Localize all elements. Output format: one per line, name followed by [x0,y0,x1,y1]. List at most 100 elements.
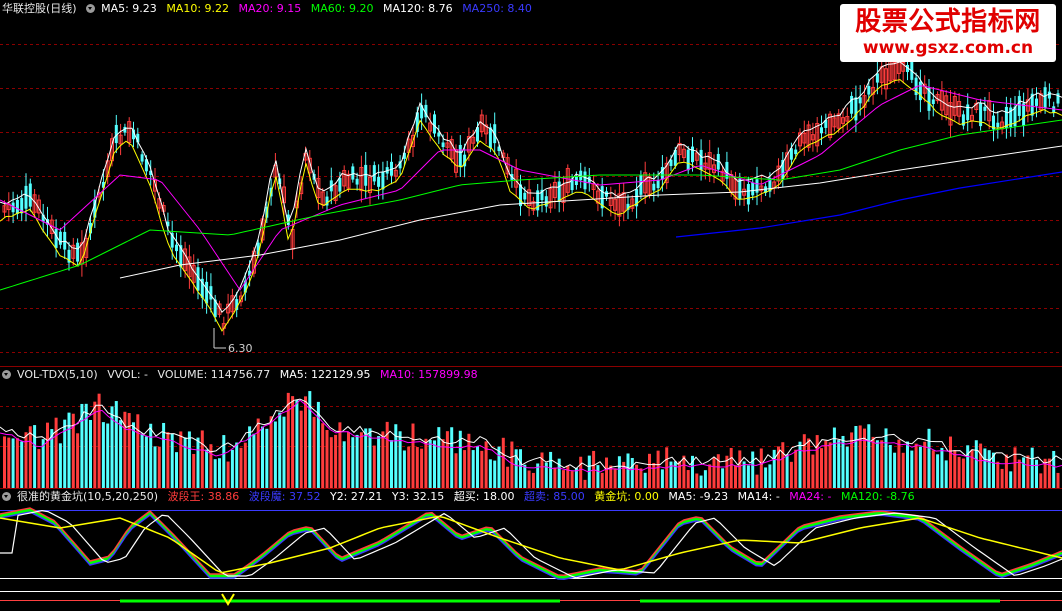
volume-bar [132,422,135,488]
volume-bar [334,434,338,488]
volume-bar [101,422,105,488]
candle-body [28,183,32,207]
volume-bar [562,470,565,488]
ind-title[interactable]: 很准的黄金坑(10,5,20,250) [17,490,158,503]
volume-bar [824,440,828,488]
candle-body [699,149,703,170]
volume-bar [910,450,914,488]
volume-bar [583,479,587,488]
volume-bar [527,470,531,488]
candle-body [1022,103,1026,126]
volume-bar [721,468,725,488]
volume-bar [28,426,32,488]
indicator-panel[interactable]: 很准的黄金坑(10,5,20,250) 波段王: 38.86 波段魔: 37.5… [0,488,1062,611]
candle-body [1047,91,1051,99]
settings-circle-icon[interactable] [2,370,11,379]
volume-bar [46,422,49,488]
candle-body [1017,96,1021,116]
volume-bar [944,460,948,488]
candle-body [488,127,492,149]
volume-bar [183,437,187,488]
volume-bar [415,447,419,488]
candle-body [931,99,935,104]
volume-bar [291,396,295,488]
volume-bar [506,466,510,488]
volume-bar [33,425,37,488]
volume-bar [600,472,604,488]
oversell-label: 超卖: 85.00 [524,490,585,503]
volume-bar [239,447,243,488]
volume-bar [282,416,286,488]
volume-panel[interactable]: VOL-TDX(5,10) VVOL: - VOLUME: 114756.77 … [0,366,1062,488]
indicator-chart[interactable] [0,488,1062,611]
volume-bar [523,464,527,488]
volume-bar [175,452,178,488]
volume-bar [695,473,699,488]
volume-bar [381,431,385,488]
volume-bar [463,450,467,488]
volume-bar [243,442,247,488]
candle-body [794,149,798,155]
volume-bar [321,423,325,488]
volume-bar [192,453,196,488]
indicator-legend: 很准的黄金坑(10,5,20,250) 波段王: 38.86 波段魔: 37.5… [0,488,921,506]
volume-bar [286,392,290,488]
candle-body [691,146,694,163]
candle-body [652,183,656,191]
vol-title[interactable]: VOL-TDX(5,10) [17,368,98,381]
candle-body [381,171,385,190]
volume-bar [845,446,849,488]
volume-bar [622,461,626,488]
volume-bar [157,446,161,488]
settings-circle-icon[interactable] [86,4,96,13]
volume-bar [497,446,501,488]
volume-bar [871,436,875,488]
candle-body [557,181,561,202]
volume-bar [20,441,24,488]
volume-bar [424,438,428,488]
candle-body [58,231,62,245]
volume-bar [682,455,686,488]
volume-bar [37,449,41,488]
volume-bar [510,441,514,488]
volume-bar [450,427,454,488]
volume-chart[interactable] [0,366,1062,488]
volume-bar [875,440,879,488]
settings-circle-icon[interactable] [2,492,11,501]
volume-bar [153,446,157,488]
volume-bar [312,416,316,488]
volume-bar [931,450,935,488]
candle-body [433,114,436,134]
volume-bar [488,459,492,488]
volume-bar [480,450,484,488]
volume-bar [673,461,677,488]
volume-bar [127,413,131,488]
volume-bar [918,446,922,488]
ma60-label: MA60: 9.20 [310,2,374,15]
candle-body [983,106,987,111]
vol-ma10-label: MA10: 157899.98 [379,368,478,381]
volume-bar [140,433,144,488]
price-panel[interactable]: 华联控股(日线) MA5: 9.23 MA10: 9.22 MA20: 9.15… [0,0,1062,366]
volume-bar [93,401,97,488]
volume-bar [923,441,927,488]
volume-bar [957,456,961,488]
candle-body [544,196,548,207]
stock-title[interactable]: 华联控股(日线) [2,2,77,15]
volume-bar [170,433,174,488]
volume-bar [97,393,101,488]
volume-bar [828,442,832,488]
watermark-url: www.gsxz.com.cn [862,38,1034,58]
volume-bar [218,458,221,488]
volume-bar [402,450,406,488]
volume-bar [149,423,153,488]
volume-bar [811,454,815,488]
ma20-label: MA20: 9.15 [238,2,302,15]
candle-body [205,281,209,304]
volume-bar [906,441,909,488]
volume-bar [914,443,918,488]
volume-bar [794,449,798,488]
ind-ma14-label: MA14: - [737,490,780,503]
volume-bar [652,462,656,488]
volume-bar [15,438,19,488]
